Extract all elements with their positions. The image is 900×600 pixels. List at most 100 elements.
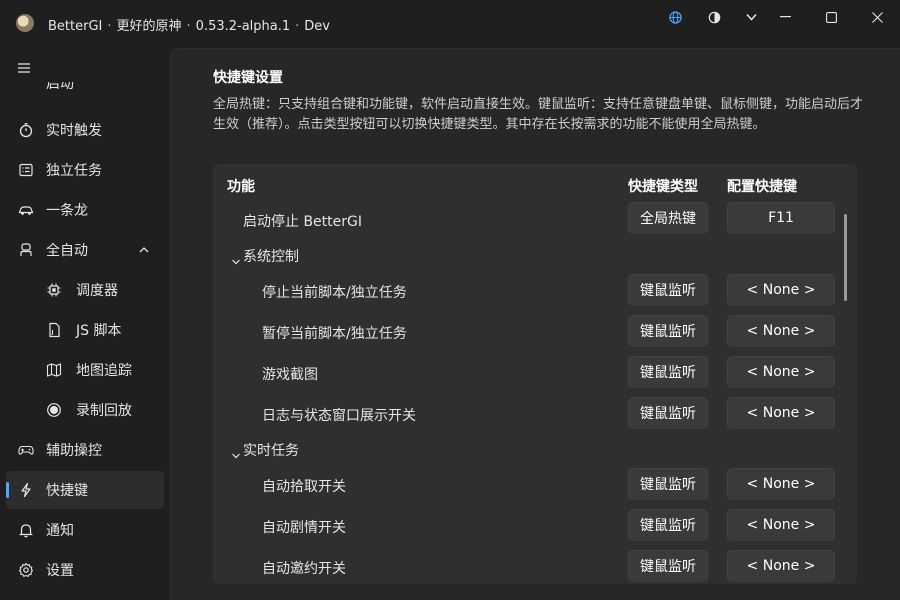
sidebar-item-record-playback[interactable]: 录制回放 <box>6 391 164 429</box>
sidebar-item-label: 通知 <box>46 523 74 539</box>
table-row: 启动停止 BetterGI 全局热键 F11 <box>213 199 857 240</box>
title-separator: · <box>295 19 300 34</box>
car-icon <box>18 202 34 218</box>
hotkey-type-button[interactable]: 键鼠监听 <box>628 550 708 582</box>
sidebar-item-one-dragon[interactable]: 一条龙 <box>6 191 164 229</box>
close-icon <box>871 11 883 23</box>
hotkey-config-button[interactable]: < None > <box>727 274 835 306</box>
column-header-function: 功能 <box>227 179 255 195</box>
table-row: 自动邀约开关 键鼠监听 < None > <box>213 546 857 584</box>
vertical-scrollbar[interactable] <box>844 214 847 301</box>
menu-toggle-button[interactable] <box>16 60 32 76</box>
hotkey-type-button[interactable]: 全局热键 <box>628 202 708 234</box>
sidebar: 启动 实时触发 独立任务 一条龙 全自动 调度器 JS 脚本 地图追踪 录制回放… <box>0 48 170 600</box>
maximize-icon <box>825 11 837 23</box>
sidebar-item-label: 快捷键 <box>46 483 88 499</box>
content-panel: 快捷键设置 全局热键：只支持组合键和功能键，软件启动直接生效。键鼠监听：支持任意… <box>170 48 900 600</box>
hotkey-config-button[interactable]: < None > <box>727 468 835 500</box>
chevron-down-icon <box>231 449 241 459</box>
row-label: 自动邀约开关 <box>262 561 346 577</box>
app-version: 0.53.2-alpha.1 <box>195 19 291 34</box>
table-row: 游戏截图 键鼠监听 < None > <box>213 352 857 393</box>
minimize-button[interactable] <box>762 0 808 34</box>
title-separator: · <box>107 19 112 34</box>
sidebar-item-label: 辅助操控 <box>46 443 102 459</box>
sidebar-item-label: 地图追踪 <box>76 363 132 379</box>
hotkey-type-button[interactable]: 键鼠监听 <box>628 468 708 500</box>
hotkey-table: 功能 快捷键类型 配置快捷键 启动停止 BetterGI 全局热键 F11 系统… <box>213 164 857 584</box>
sidebar-item-label: 全自动 <box>46 243 88 259</box>
sidebar-item-label: 独立任务 <box>46 163 102 179</box>
task-list-icon <box>18 162 34 178</box>
row-label: 停止当前脚本/独立任务 <box>262 285 407 301</box>
hotkey-config-button[interactable]: < None > <box>727 315 835 347</box>
group-header-system-control[interactable]: 系统控制 <box>213 240 857 268</box>
bell-icon <box>18 522 34 538</box>
sidebar-item-full-auto[interactable]: 全自动 <box>6 231 164 269</box>
table-row: 日志与状态窗口展示开关 键鼠监听 < None > <box>213 393 857 434</box>
hotkey-type-button[interactable]: 键鼠监听 <box>628 274 708 306</box>
hotkey-type-button[interactable]: 键鼠监听 <box>628 315 708 347</box>
app-channel: Dev <box>304 19 330 34</box>
hotkey-config-button[interactable]: < None > <box>727 356 835 388</box>
sidebar-item-scheduler[interactable]: 调度器 <box>6 271 164 309</box>
lightning-icon <box>18 482 34 498</box>
window-title: BetterGI · 更好的原神 · 0.53.2-alpha.1 · Dev <box>48 15 330 34</box>
globe-icon <box>668 10 682 24</box>
theme-toggle-button[interactable] <box>696 6 732 28</box>
group-header-realtime-tasks[interactable]: 实时任务 <box>213 434 857 462</box>
hotkey-config-button[interactable]: < None > <box>727 509 835 541</box>
hotkey-config-button[interactable]: F11 <box>727 202 835 234</box>
title-bar: BetterGI · 更好的原神 · 0.53.2-alpha.1 · Dev <box>0 0 900 48</box>
row-label: 游戏截图 <box>262 367 318 383</box>
sidebar-item-label: 启动 <box>46 82 74 92</box>
hotkey-type-button[interactable]: 键鼠监听 <box>628 509 708 541</box>
row-label: 暂停当前脚本/独立任务 <box>262 326 407 342</box>
table-row: 自动剧情开关 键鼠监听 < None > <box>213 505 857 546</box>
sidebar-item-label: 一条龙 <box>46 203 88 219</box>
row-label: 自动剧情开关 <box>262 520 346 536</box>
gear-icon <box>18 562 34 578</box>
maximize-button[interactable] <box>808 0 854 34</box>
sidebar-item-standalone-task[interactable]: 独立任务 <box>6 151 164 189</box>
sidebar-item-realtime[interactable]: 实时触发 <box>6 111 164 149</box>
caret-down-icon <box>745 13 757 21</box>
minimize-icon <box>779 16 791 18</box>
row-label: 日志与状态窗口展示开关 <box>262 408 416 424</box>
sidebar-item-label: 设置 <box>46 563 74 579</box>
row-label: 启动停止 BetterGI <box>243 214 362 230</box>
group-label: 实时任务 <box>243 443 299 459</box>
theme-icon <box>708 11 720 23</box>
stopwatch-icon <box>18 122 34 138</box>
hotkey-config-button[interactable]: < None > <box>727 550 835 582</box>
map-icon <box>46 362 62 378</box>
bot-icon <box>18 242 34 258</box>
app-subtitle: 更好的原神 <box>116 19 182 34</box>
row-label: 自动拾取开关 <box>262 479 346 495</box>
sidebar-item-settings[interactable]: 设置 <box>6 551 164 589</box>
table-row: 自动拾取开关 键鼠监听 < None > <box>213 464 857 505</box>
sidebar-item-label: JS 脚本 <box>76 323 122 339</box>
hamburger-icon <box>18 63 30 73</box>
chevron-up-icon[interactable] <box>138 244 150 256</box>
sidebar-item-notifications[interactable]: 通知 <box>6 511 164 549</box>
hotkey-config-button[interactable]: < None > <box>727 397 835 429</box>
language-button[interactable] <box>657 6 693 28</box>
app-logo-icon <box>16 14 34 32</box>
sidebar-item-js-script[interactable]: JS 脚本 <box>6 311 164 349</box>
hotkey-type-button[interactable]: 键鼠监听 <box>628 356 708 388</box>
group-label: 系统控制 <box>243 249 299 265</box>
close-button[interactable] <box>854 0 900 34</box>
section-description: 全局热键：只支持组合键和功能键，软件启动直接生效。键鼠监听：支持任意键盘单键、鼠… <box>213 97 864 132</box>
title-separator: · <box>186 19 191 34</box>
table-row: 停止当前脚本/独立任务 键鼠监听 < None > <box>213 270 857 311</box>
sidebar-item-map-tracking[interactable]: 地图追踪 <box>6 351 164 389</box>
js-file-icon <box>46 322 62 338</box>
gamepad-icon <box>18 442 34 458</box>
sidebar-item-start-clipped[interactable]: 启动 <box>46 82 74 92</box>
sidebar-item-label: 调度器 <box>76 283 118 299</box>
sidebar-item-hotkeys[interactable]: 快捷键 <box>6 471 164 509</box>
sidebar-item-assist-control[interactable]: 辅助操控 <box>6 431 164 469</box>
table-row: 暂停当前脚本/独立任务 键鼠监听 < None > <box>213 311 857 352</box>
hotkey-type-button[interactable]: 键鼠监听 <box>628 397 708 429</box>
